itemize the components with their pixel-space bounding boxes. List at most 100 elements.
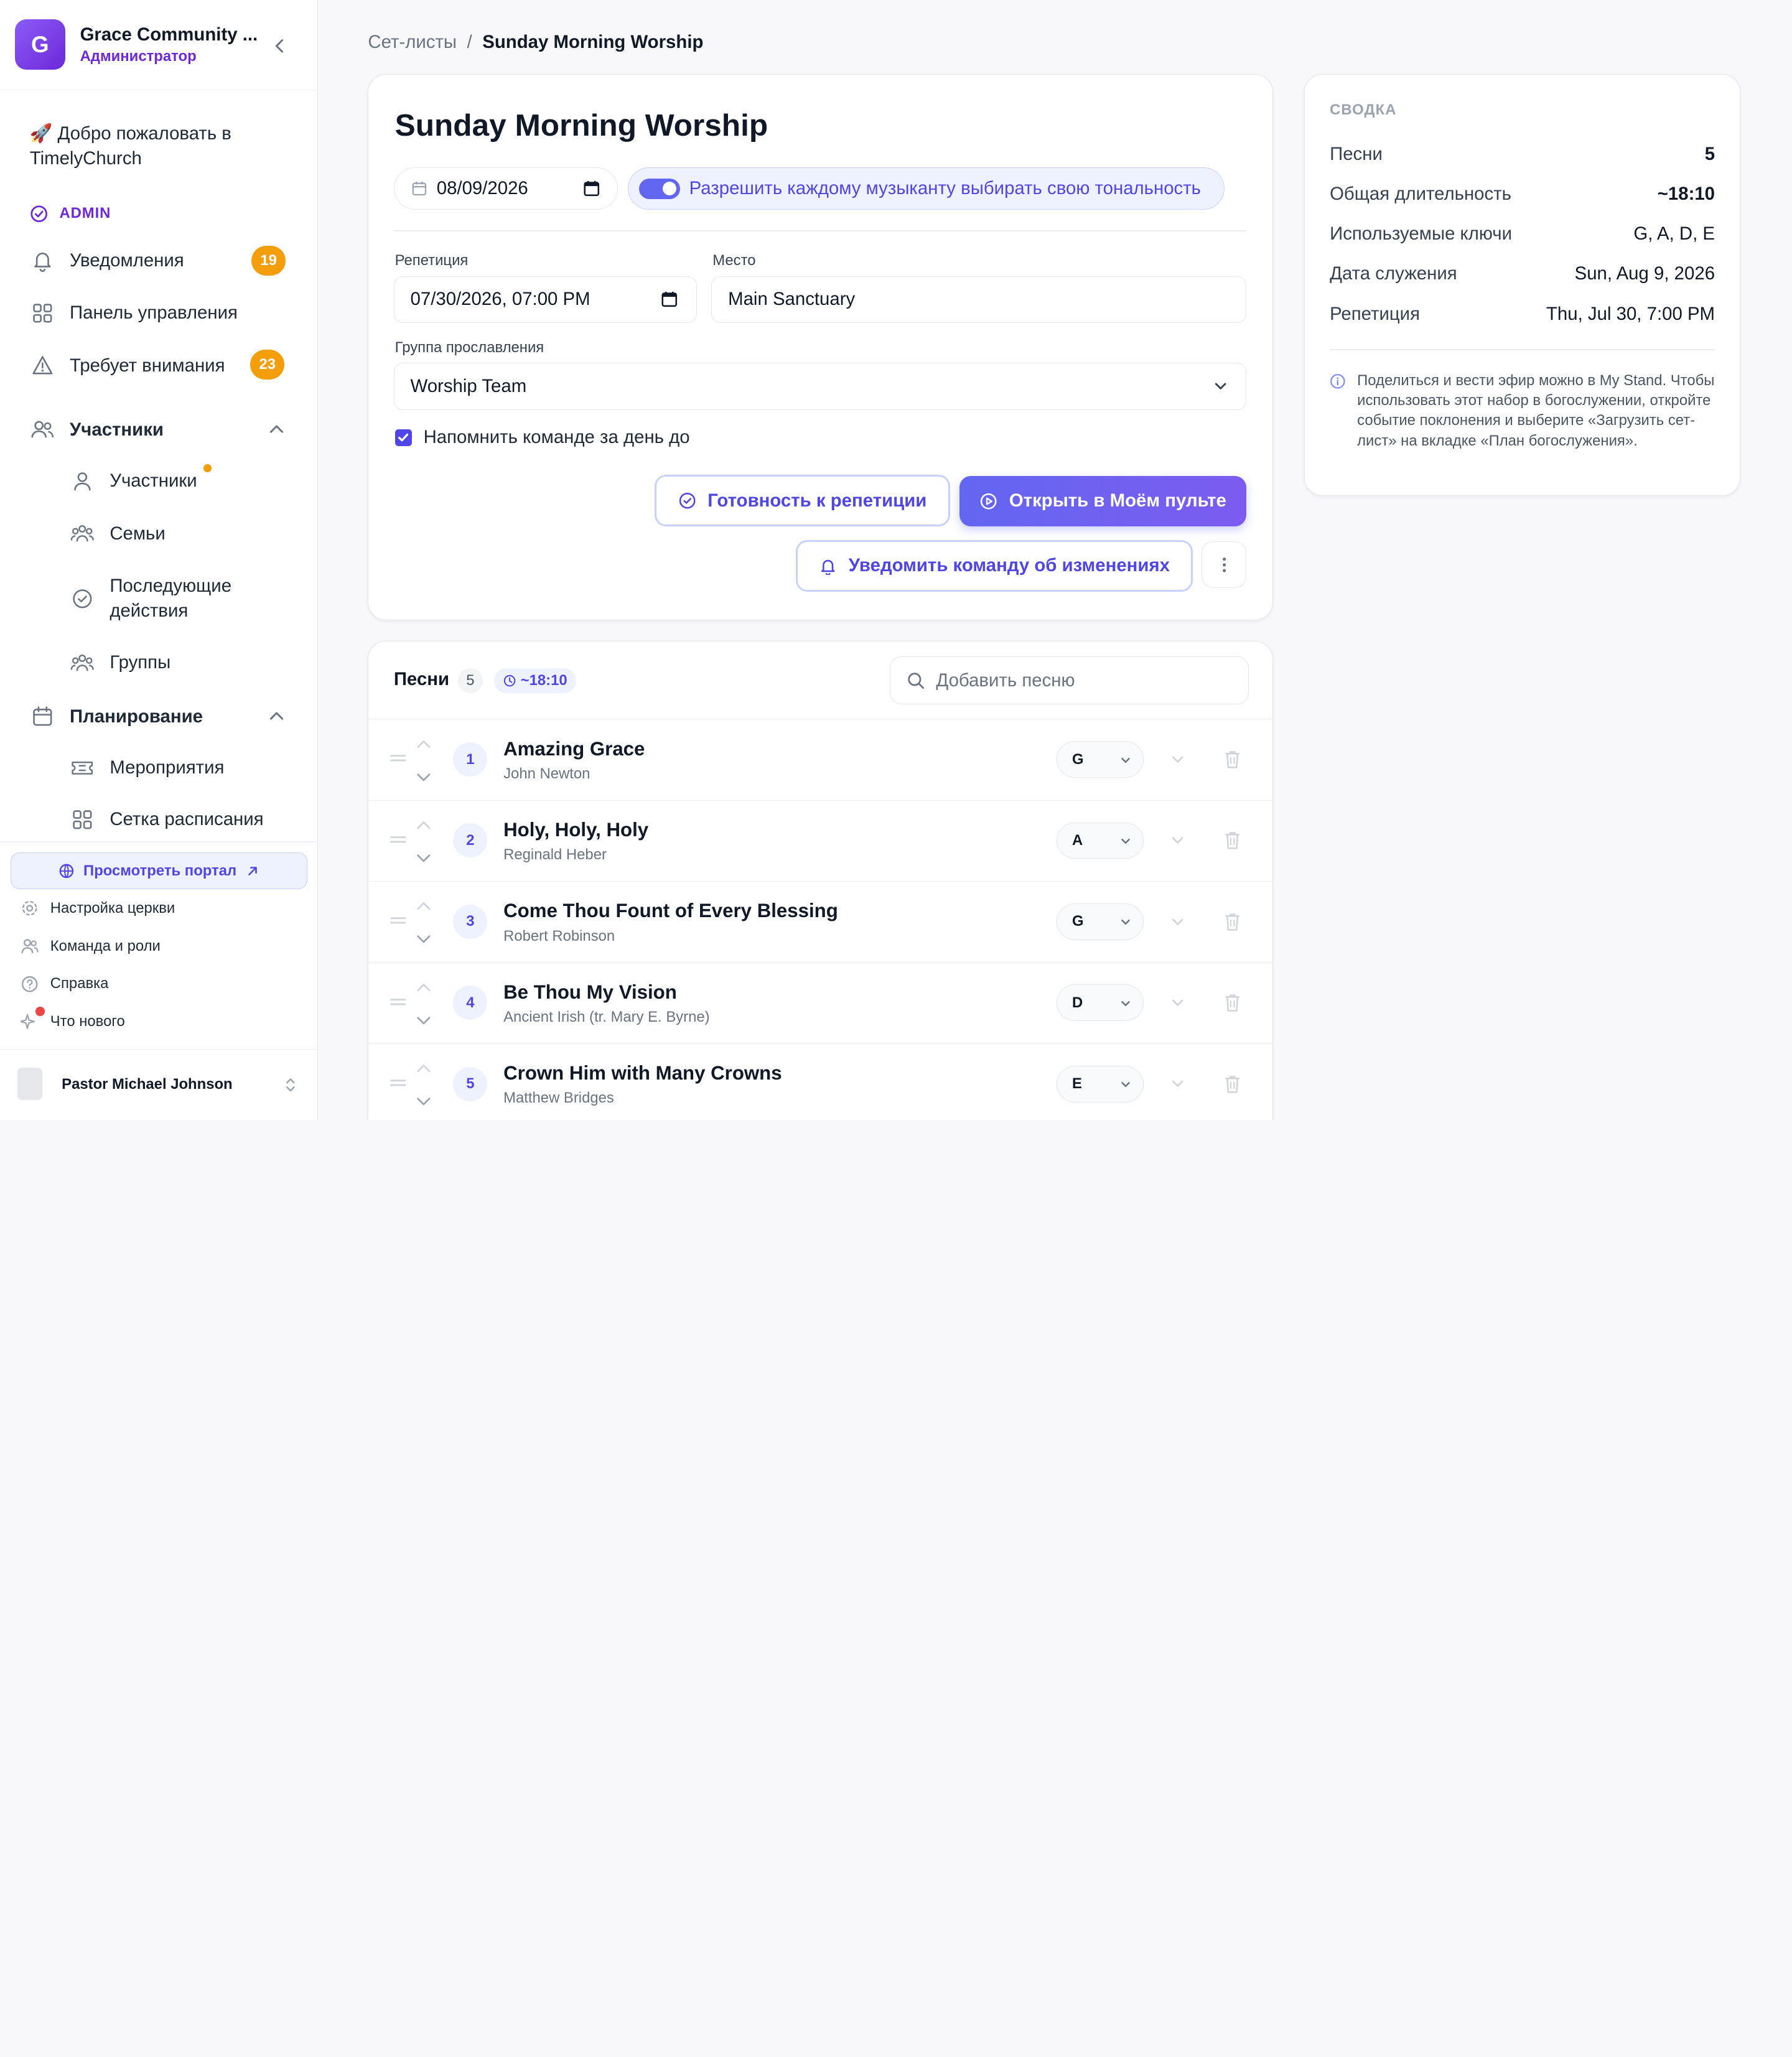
chevron-up-icon[interactable] (266, 419, 287, 440)
expand-row-icon[interactable] (1169, 750, 1187, 768)
add-song-search[interactable] (889, 656, 1249, 705)
notify-team-button[interactable]: Уведомить команду об изменениях (796, 539, 1193, 592)
team-roles-label: Команда и роли (50, 937, 161, 954)
nav-notifications[interactable]: Уведомления (30, 247, 184, 274)
expand-row-icon[interactable] (1169, 1075, 1187, 1093)
trash-icon[interactable] (1223, 830, 1241, 851)
trash-icon[interactable] (1223, 992, 1241, 1013)
breadcrumb-setlists-link[interactable]: Сет-листы (368, 32, 457, 53)
drag-handle-icon[interactable] (390, 916, 406, 925)
more-vertical-icon (1222, 557, 1226, 572)
location-label: Место (712, 252, 756, 269)
song-title[interactable]: Crown Him with Many Crowns (503, 1062, 782, 1084)
remind-checkbox[interactable] (394, 429, 413, 447)
location-value: Main Sanctuary (728, 289, 856, 310)
location-input[interactable]: Main Sanctuary (711, 276, 1246, 323)
trash-icon[interactable] (1223, 1074, 1241, 1094)
drag-handle-icon[interactable] (390, 997, 406, 1007)
reorder-arrows-icon[interactable] (416, 900, 432, 945)
nav-planning-label: Планирование (70, 706, 203, 727)
reorder-arrows-icon[interactable] (416, 981, 432, 1027)
summary-note-text: Поделиться и вести эфир можно в My Stand… (1357, 372, 1715, 449)
service-date-input[interactable]: 08/09/2026 (393, 167, 618, 210)
drag-handle-icon[interactable] (390, 1078, 406, 1088)
drag-handle-icon[interactable] (390, 835, 406, 844)
key-select[interactable]: A (1057, 822, 1144, 859)
org-switcher[interactable]: G Grace Community ... Администратор (0, 0, 317, 91)
admin-section[interactable]: ADMIN (30, 205, 111, 223)
open-in-my-stand-button[interactable]: Открыть в Моём пульте (959, 476, 1246, 526)
reorder-arrows-icon[interactable] (416, 1062, 432, 1108)
chevron-down-icon (1121, 838, 1130, 844)
summary-heading: СВОДКА (1330, 101, 1397, 118)
expand-row-icon[interactable] (1169, 994, 1187, 1012)
drag-handle-icon[interactable] (390, 753, 406, 763)
remind-label: Напомнить команде за день до (423, 427, 690, 448)
rehearsal-datetime-input[interactable]: 07/30/2026, 07:00 PM (393, 276, 697, 323)
song-row[interactable]: 3 Come Thou Fount of Every Blessing Robert… (368, 882, 1274, 963)
toggle-switch[interactable] (638, 178, 680, 199)
rehearsal-readiness-button[interactable]: Готовность к репетиции (654, 475, 951, 526)
more-options-button[interactable] (1202, 541, 1246, 589)
chevron-up-icon[interactable] (266, 706, 287, 727)
nav-dashboard[interactable]: Панель управления (30, 299, 238, 327)
divider (1330, 349, 1715, 350)
reorder-arrows-icon[interactable] (416, 819, 432, 864)
nav-planning-group[interactable]: Планирование (30, 703, 203, 730)
team-roles-link[interactable]: Команда и роли (21, 937, 161, 955)
trash-icon[interactable] (1223, 912, 1241, 932)
rehearsal-label: Репетиция (394, 252, 469, 269)
team-select[interactable]: Worship Team (393, 363, 1246, 410)
church-settings-label: Настройка церкви (50, 900, 175, 917)
song-title[interactable]: Amazing Grace (503, 738, 645, 760)
expand-row-icon[interactable] (1169, 913, 1187, 931)
whats-new-link[interactable]: Что нового (21, 1012, 125, 1030)
song-row[interactable]: 2 Holy, Holy, Holy Reginald Heber A (368, 801, 1274, 882)
external-link-icon (248, 866, 257, 875)
summary-service-date-key: Дата служения (1330, 263, 1457, 284)
add-song-input[interactable] (936, 669, 1233, 691)
view-portal-button[interactable]: Просмотреть портал (10, 852, 308, 889)
bell-icon (821, 559, 835, 575)
expand-row-icon[interactable] (1169, 831, 1187, 849)
nav-families[interactable]: Семьи (70, 521, 166, 546)
key-select[interactable]: G (1057, 741, 1144, 778)
welcome-link[interactable]: 🚀 Добро пожаловать в TimelyChurch (30, 121, 292, 172)
calendar-picker-icon[interactable] (583, 180, 600, 197)
song-title[interactable]: Be Thou My Vision (503, 981, 677, 1004)
nav-groups[interactable]: Группы (70, 650, 170, 675)
nav-families-label: Семьи (110, 523, 166, 544)
nav-attention[interactable]: Требует внимания (30, 352, 225, 380)
info-icon (1330, 373, 1345, 389)
chevron-down-icon (1121, 1082, 1130, 1088)
song-title[interactable]: Come Thou Fount of Every Blessing (503, 900, 838, 922)
collapse-sidebar-button[interactable] (268, 33, 292, 58)
song-title[interactable]: Holy, Holy, Holy (503, 819, 648, 841)
song-row[interactable]: 5 Crown Him with Many Crowns Matthew Bridg… (368, 1044, 1274, 1120)
song-row[interactable]: 1 Amazing Grace John Newton G (368, 719, 1274, 801)
nav-follow-ups[interactable]: Последующие действия (70, 576, 231, 621)
key-select[interactable]: D (1057, 984, 1144, 1022)
nav-members-label: Участники (70, 419, 164, 440)
key-value: D (1071, 994, 1083, 1011)
song-row[interactable]: 4 Be Thou My Vision Ancient Irish (tr. Mar… (368, 963, 1274, 1044)
nav-members[interactable]: Участники (70, 469, 197, 493)
trash-icon[interactable] (1223, 749, 1241, 770)
reorder-arrows-icon[interactable] (416, 738, 432, 783)
clock-icon (503, 674, 516, 687)
gear-icon (22, 901, 37, 916)
key-value: G (1071, 750, 1084, 768)
individual-key-toggle[interactable]: Разрешить каждому музыканту выбирать сво… (628, 167, 1225, 210)
key-select[interactable]: G (1057, 903, 1144, 940)
chevron-down-icon (1121, 757, 1130, 763)
church-settings-link[interactable]: Настройка церкви (21, 899, 175, 917)
nav-events[interactable]: Мероприятия (70, 755, 224, 780)
user-name: Pastor Michael Johnson (62, 1076, 233, 1093)
user-menu[interactable]: Pastor Michael Johnson (0, 1049, 317, 1120)
nav-members-group[interactable]: Участники (30, 416, 164, 444)
search-icon (907, 673, 924, 689)
key-select[interactable]: E (1057, 1065, 1144, 1103)
calendar-picker-icon[interactable] (661, 291, 678, 308)
nav-schedule-grid[interactable]: Сетка расписания (70, 807, 264, 832)
help-link[interactable]: Справка (21, 975, 108, 993)
